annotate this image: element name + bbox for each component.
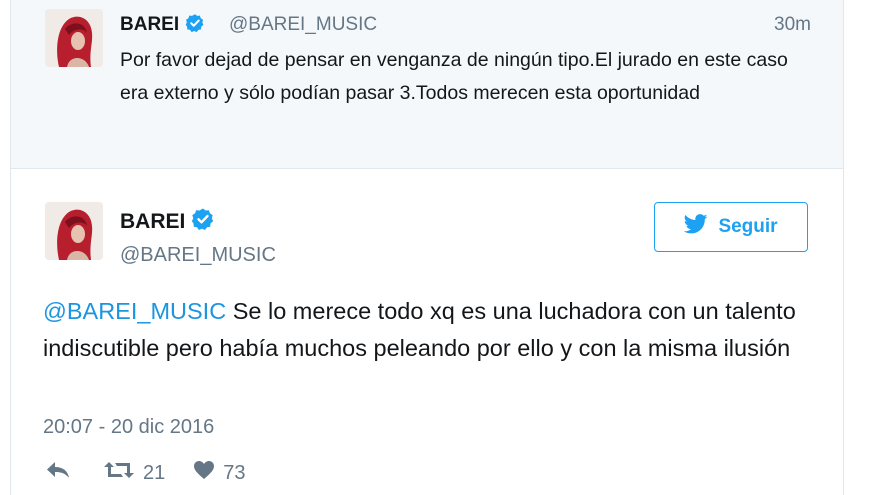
reply-button[interactable] [45, 460, 71, 486]
verified-badge-icon [185, 13, 205, 40]
retweet-count: 21 [143, 461, 166, 484]
parent-tweet[interactable]: BAREI @BAREI_MUSIC 30m Por favor dejad d… [11, 0, 843, 169]
retweet-icon [103, 459, 135, 487]
verified-badge-icon [191, 207, 215, 239]
avatar[interactable] [45, 202, 103, 260]
avatar[interactable] [45, 9, 103, 67]
author-handle[interactable]: @BAREI_MUSIC [229, 13, 377, 37]
tweet-timestamp[interactable]: 30m [774, 13, 811, 37]
tweet-embed: BAREI @BAREI_MUSIC 30m Por favor dejad d… [10, 0, 844, 495]
author-name-text[interactable]: BAREI [120, 210, 185, 233]
like-button[interactable]: 73 [193, 460, 246, 486]
follow-button-label[interactable]: Seguir [718, 216, 777, 238]
author-name[interactable]: BAREI [120, 13, 205, 40]
follow-button[interactable]: Seguir [654, 202, 808, 252]
mention-link[interactable]: @BAREI_MUSIC [43, 298, 226, 324]
twitter-bird-icon [684, 214, 708, 240]
tweet-date[interactable]: 20:07 - 20 dic 2016 [43, 414, 214, 440]
author-name-text[interactable]: BAREI [120, 14, 179, 35]
tweet-text: Por favor dejad de pensar en venganza de… [120, 49, 788, 104]
tweet-actions: 21 73 [45, 458, 246, 488]
tweet-text: @BAREI_MUSIC Se lo merece todo xq es una… [43, 293, 833, 367]
author-name[interactable]: BAREI [120, 207, 215, 239]
author-handle[interactable]: @BAREI_MUSIC [120, 241, 276, 269]
heart-icon [193, 460, 215, 486]
like-count: 73 [223, 461, 246, 484]
reply-icon [45, 460, 71, 486]
retweet-button[interactable]: 21 [103, 459, 165, 487]
